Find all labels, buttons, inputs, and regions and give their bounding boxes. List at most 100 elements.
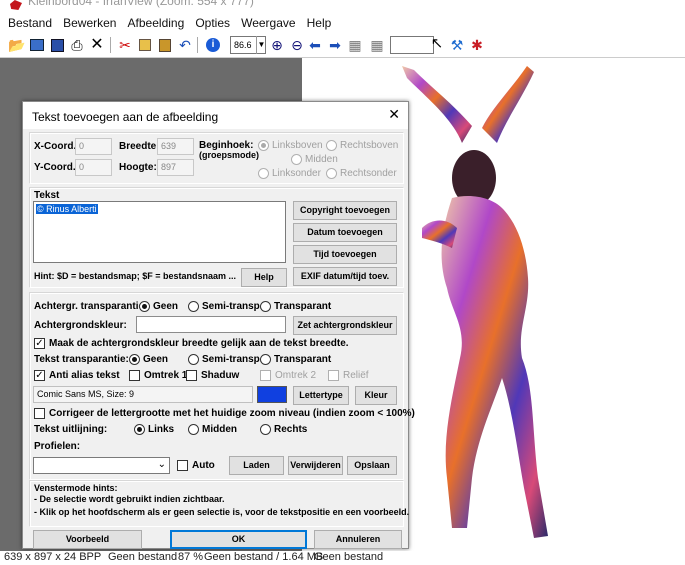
bg-transparency-semi-radio[interactable] xyxy=(188,301,199,312)
add-text-dialog: Tekst toevoegen aan de afbeelding ✕ X-Co… xyxy=(22,101,415,549)
save-icon[interactable] xyxy=(48,36,66,54)
y-coord-label: Y-Coord.: xyxy=(34,162,79,173)
exif-date-add-button[interactable]: EXIF datum/tijd toev. xyxy=(293,267,397,286)
bg-transparency-full-radio[interactable] xyxy=(260,301,271,312)
next-arrow-icon[interactable]: ➡ xyxy=(326,36,344,54)
toolbar-separator xyxy=(110,37,111,53)
delete-icon[interactable]: ✕ xyxy=(88,36,106,54)
same-width-checkbox[interactable]: ✓ xyxy=(34,338,45,349)
shadow-label: Shaduw xyxy=(201,370,240,381)
copyright-add-button[interactable]: Copyright toevoegen xyxy=(293,201,397,220)
last-page-icon[interactable]: ▦ xyxy=(368,36,386,54)
hints-line-2: - Klik op het hoofdscherm als er geen se… xyxy=(34,507,410,517)
font-button[interactable]: Lettertype xyxy=(293,386,349,405)
placeholder-hint: Hint: $D = bestandsmap; $F = bestandsnaa… xyxy=(34,271,237,281)
corner-radio-middle[interactable] xyxy=(291,154,302,165)
date-add-button[interactable]: Datum toevoegen xyxy=(293,223,397,242)
x-coord-field[interactable]: 0 xyxy=(75,138,112,155)
menu-bestand[interactable]: Bestand xyxy=(0,14,56,30)
open-folder-icon[interactable]: 📂 xyxy=(8,36,26,54)
zoom-in-icon[interactable]: ⊕ xyxy=(268,36,286,54)
menu-help[interactable]: Help xyxy=(303,14,336,30)
cut-icon[interactable]: ✂ xyxy=(116,36,134,54)
close-icon[interactable]: ✕ xyxy=(388,107,400,121)
menu-afbeelding[interactable]: Afbeelding xyxy=(124,14,189,30)
outline2-label: Omtrek 2 xyxy=(275,370,317,381)
menu-weergave[interactable]: Weergave xyxy=(237,14,299,30)
preview-button[interactable]: Voorbeeld xyxy=(33,530,142,549)
x-coord-label: X-Coord.: xyxy=(34,141,80,152)
corner-top-left-label: Linksboven xyxy=(272,140,323,151)
dialog-titlebar: Tekst toevoegen aan de afbeelding ✕ xyxy=(23,102,408,129)
set-background-color-button[interactable]: Zet achtergrondskleur xyxy=(293,316,397,335)
text-transparency-semi-radio[interactable] xyxy=(188,354,199,365)
auto-checkbox[interactable] xyxy=(177,460,188,471)
time-add-button[interactable]: Tijd toevoegen xyxy=(293,245,397,264)
menu-opties[interactable]: Opties xyxy=(191,14,234,30)
ok-button[interactable]: OK xyxy=(170,530,307,549)
delete-profile-button[interactable]: Verwijderen xyxy=(288,456,343,475)
info-icon[interactable]: i xyxy=(204,36,222,54)
relief-checkbox[interactable] xyxy=(328,370,339,381)
slideshow-icon[interactable] xyxy=(28,36,46,54)
text-transparency-none-radio[interactable] xyxy=(129,354,140,365)
settings-tools-icon[interactable]: ⚒ xyxy=(448,36,466,54)
mouse-cursor-icon: ↖ xyxy=(430,34,444,52)
window-titlebar: Kleinbord04 - IrfanView (Zoom: 554 x 777… xyxy=(0,0,685,14)
text-input[interactable]: © Rinus Alberti xyxy=(33,201,286,263)
zoom-out-icon[interactable]: ⊖ xyxy=(288,36,306,54)
window-title: Kleinbord04 - IrfanView (Zoom: 554 x 777… xyxy=(28,0,254,8)
align-right-radio[interactable] xyxy=(260,424,271,435)
save-profile-button[interactable]: Opslaan xyxy=(347,456,397,475)
corner-radio-bottom-left[interactable] xyxy=(258,168,269,179)
corner-bottom-right-label: Rechtsonder xyxy=(340,168,397,179)
antialias-checkbox[interactable]: ✓ xyxy=(34,370,45,381)
background-color-field[interactable] xyxy=(136,316,286,333)
profiles-dropdown[interactable]: ⌄ xyxy=(33,457,170,474)
width-label: Breedte: xyxy=(119,141,160,152)
bg-transparent-label: Transparant xyxy=(274,301,332,312)
width-field[interactable]: 639 xyxy=(157,138,194,155)
shadow-checkbox[interactable] xyxy=(186,370,197,381)
text-transparency-full-radio[interactable] xyxy=(260,354,271,365)
cancel-button[interactable]: Annuleren xyxy=(314,530,402,549)
dialog-title: Tekst toevoegen aan de afbeelding xyxy=(32,110,219,124)
status-file: Geen bestand xyxy=(108,551,178,563)
first-page-icon[interactable]: ▦ xyxy=(346,36,364,54)
y-coord-field[interactable]: 0 xyxy=(75,159,112,176)
copy-icon[interactable] xyxy=(136,36,154,54)
bg-none-label: Geen xyxy=(153,301,179,312)
align-middle-radio[interactable] xyxy=(188,424,199,435)
chevron-down-icon[interactable]: ▼ xyxy=(256,36,266,54)
menu-bewerken[interactable]: Bewerken xyxy=(59,14,120,30)
correct-font-size-checkbox[interactable] xyxy=(34,408,45,419)
status-bar: 639 x 897 x 24 BPP Geen bestand 87 % Gee… xyxy=(0,551,685,565)
load-profile-button[interactable]: Laden xyxy=(229,456,284,475)
background-color-label: Achtergrondskleur: xyxy=(34,320,127,331)
background-transparency-label: Achtergr. transparantie: xyxy=(34,301,148,312)
profiles-label: Profielen: xyxy=(34,441,81,452)
outline1-checkbox[interactable] xyxy=(129,370,140,381)
previous-arrow-icon[interactable]: ⬅ xyxy=(306,36,324,54)
paste-icon[interactable] xyxy=(156,36,174,54)
height-field[interactable]: 897 xyxy=(157,159,194,176)
auto-label: Auto xyxy=(192,460,215,471)
corner-radio-top-right[interactable] xyxy=(326,140,337,151)
undo-icon[interactable]: ↶ xyxy=(176,36,194,54)
help-button[interactable]: Help xyxy=(241,268,287,287)
irfanview-cat-icon[interactable]: ✱ xyxy=(468,36,486,54)
status-file-size: Geen bestand / 1.64 MB xyxy=(204,551,324,563)
correct-font-size-label: Corrigeer de lettergrootte met het huidi… xyxy=(49,408,415,419)
text-none-label: Geen xyxy=(143,354,169,365)
toolbar: 📂 ⎙ ✕ ✂ ↶ i 86.6 ▼ ⊕ ⊖ ⬅ ➡ ▦ ▦ ↖ ⚒ ✱ xyxy=(0,32,685,58)
font-display-field: Comic Sans MS, Size: 9 xyxy=(33,386,253,403)
color-button[interactable]: Kleur xyxy=(355,386,397,405)
height-label: Hoogte: xyxy=(119,162,157,173)
bg-semi-label: Semi-transp. xyxy=(202,301,263,312)
corner-radio-top-left[interactable] xyxy=(258,140,269,151)
print-icon[interactable]: ⎙ xyxy=(68,36,86,54)
bg-transparency-none-radio[interactable] xyxy=(139,301,150,312)
corner-radio-bottom-right[interactable] xyxy=(326,168,337,179)
align-left-radio[interactable] xyxy=(134,424,145,435)
outline2-checkbox[interactable] xyxy=(260,370,271,381)
